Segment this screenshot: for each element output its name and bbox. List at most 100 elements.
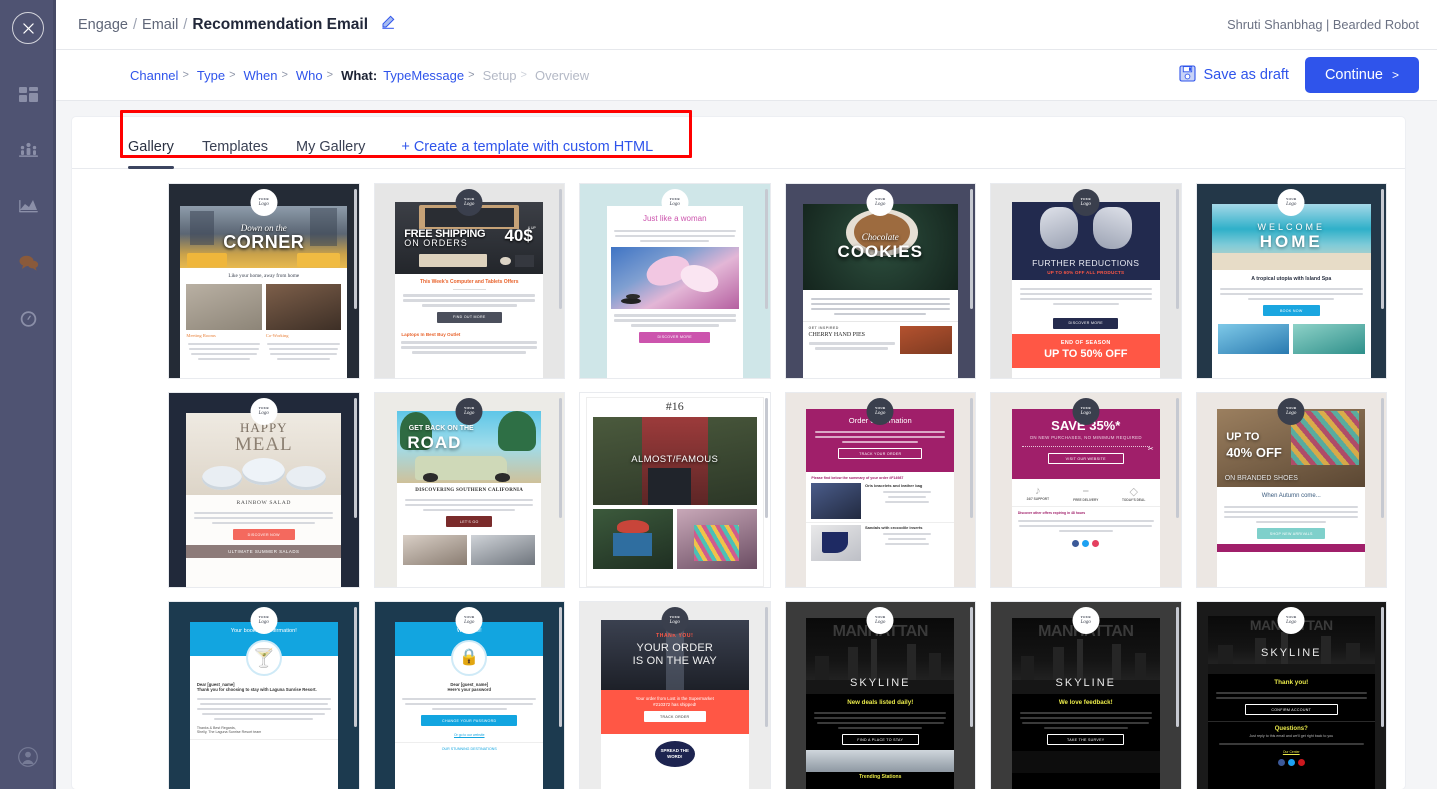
close-icon[interactable]	[12, 12, 44, 44]
step-who[interactable]: Who >	[296, 68, 341, 83]
template-scrollbar[interactable]	[1175, 189, 1179, 309]
template-card[interactable]: Order confirmation TRACK YOUR ORDER Please…	[784, 392, 976, 588]
template-scrollbar[interactable]	[353, 189, 357, 309]
chevron-right-icon: >	[520, 69, 527, 81]
template-card[interactable]: Welcome!🔒Dear [guest_name]Here's your pa…	[373, 601, 565, 789]
template-scrollbar[interactable]	[353, 398, 357, 518]
step-when[interactable]: When >	[244, 68, 296, 83]
template-scrollbar[interactable]	[764, 398, 768, 518]
template-card[interactable]: UP TO 40% OFF ON BRANDED SHOES When Autumn …	[1195, 392, 1387, 588]
template-gallery-grid: Down on the CORNER Like your home, away fr…	[72, 169, 1405, 789]
tab-bar: Gallery Templates My Gallery + Create a …	[72, 117, 1405, 169]
sidebar-item-dashboard[interactable]	[0, 66, 56, 122]
step-setup: Setup >	[483, 68, 535, 83]
template-cta: DISCOVER MORE	[639, 331, 711, 343]
template-card[interactable]: GET BACK ON THE ROAD DISCOVERING SOUTHERN …	[373, 392, 565, 588]
step-label: When	[243, 67, 278, 83]
step-label: What:	[341, 67, 378, 83]
app-root: Engage / Email / Recommendation Email Sh…	[0, 0, 1437, 789]
template-card[interactable]: Down on the CORNER Like your home, away fr…	[168, 183, 360, 379]
create-template-custom-html-link[interactable]: + Create a template with custom HTML	[379, 139, 667, 168]
step-message[interactable]: Message >	[411, 68, 482, 83]
lock-icon: 🔒	[451, 640, 488, 676]
template-scrollbar[interactable]	[1381, 189, 1384, 309]
template-card[interactable]: MANHATTANSKYLINEThank you!CONFIRM ACCOUN…	[1195, 601, 1387, 789]
template-scrollbar[interactable]	[559, 398, 562, 518]
step-overview: Overview	[535, 68, 589, 83]
breadcrumb-engage[interactable]: Engage	[78, 17, 128, 33]
rail-items	[0, 66, 56, 346]
template-card[interactable]: HAPPY MEAL RAINBOW SALAD DISCOVER NOW ULTIMA…	[168, 392, 360, 588]
breadcrumb: Engage / Email / Recommendation Email	[78, 15, 395, 34]
template-logo-icon: YOUR Logo	[455, 398, 483, 425]
tab-gallery[interactable]: Gallery	[114, 139, 188, 169]
template-scrollbar[interactable]	[353, 607, 357, 727]
wizard-steps: Channel > Type > When > Who > What: Type Mes…	[130, 68, 589, 83]
template-scrollbar[interactable]	[1175, 607, 1179, 727]
template-card[interactable]: WELCOME HOME A tropical utopia with Island…	[1195, 183, 1387, 379]
template-scrollbar[interactable]	[1381, 607, 1384, 727]
template-card[interactable]: FURTHER REDUCTIONS UP TO 60% OFF ALL PROD…	[990, 183, 1182, 379]
chevron-right-icon: >	[281, 69, 288, 81]
pencil-icon[interactable]	[381, 15, 395, 29]
template-cta: CONFIRM ACCOUNT	[1244, 704, 1338, 715]
chevron-right-icon: >	[229, 69, 236, 81]
chevron-right-icon: >	[468, 69, 475, 81]
template-scrollbar[interactable]	[1381, 398, 1384, 518]
template-card[interactable]: Chocolate COOKIES GET INSPIRED CHERRY HAND …	[784, 183, 976, 379]
template-cta: FIND A PLACE TO STAY	[841, 734, 919, 745]
sidebar-item-monitor[interactable]	[0, 290, 56, 346]
sidebar-item-engage[interactable]	[0, 234, 56, 290]
template-card[interactable]: SAVE 35%* ON NEW PURCHASES, NO MINIMUM RE…	[990, 392, 1182, 588]
template-scrollbar[interactable]	[764, 607, 768, 727]
template-cta: DISCOVER MORE	[1053, 317, 1119, 329]
template-preview: #16 ALMOST/FAMOUS	[580, 393, 770, 587]
chevron-right-icon: >	[1391, 68, 1399, 82]
floppy-disk-icon	[1178, 64, 1196, 86]
template-card[interactable]: THANK YOU! YOUR ORDER IS ON THE WAY Your or…	[579, 601, 771, 789]
tab-my-gallery[interactable]: My Gallery	[282, 139, 379, 168]
step-label: Message	[411, 67, 465, 83]
template-card[interactable]: FREE SHIPPING ON ORDERS 40$ & UP This Week's…	[373, 183, 565, 379]
user-avatar-icon[interactable]	[17, 746, 39, 773]
chevron-right-icon: >	[326, 69, 334, 81]
template-scrollbar[interactable]	[970, 398, 973, 518]
sidebar-item-analyze[interactable]	[0, 178, 56, 234]
template-scrollbar[interactable]	[764, 189, 768, 309]
step-label: Who	[295, 67, 323, 83]
template-scrollbar[interactable]	[559, 189, 562, 309]
template-logo-icon: YOUR Logo	[455, 607, 483, 634]
continue-button[interactable]: Continue >	[1304, 57, 1419, 93]
template-scrollbar[interactable]	[970, 607, 973, 727]
step-what-label: What:	[341, 68, 383, 83]
template-cta: CHANGE YOUR PASSWORD	[421, 715, 518, 726]
tab-label: My Gallery	[296, 139, 366, 155]
save-as-draft-button[interactable]: Save as draft	[1178, 64, 1289, 86]
step-label: Setup	[482, 67, 517, 83]
top-bar: Engage / Email / Recommendation Email Sh…	[56, 0, 1437, 50]
template-card[interactable]: Just like a woman DISCOVER MORE YOUR Logo	[579, 183, 771, 379]
step-what-type[interactable]: Type	[383, 68, 411, 83]
tab-templates[interactable]: Templates	[188, 139, 282, 168]
template-card[interactable]: Your booking confirmation! 🍸 Dear [guest_n…	[168, 601, 360, 789]
sidebar-item-audience[interactable]	[0, 122, 56, 178]
template-scrollbar[interactable]	[559, 607, 562, 727]
template-card[interactable]: #16 ALMOST/FAMOUS	[579, 392, 771, 588]
template-card[interactable]: MANHATTANSKYLINENew deals listed daily!F…	[784, 601, 976, 789]
template-logo-icon: YOUR Logo	[250, 398, 278, 425]
template-logo-icon: YOUR Logo	[661, 189, 689, 216]
step-label: Channel	[130, 67, 179, 83]
template-logo-icon: YOUR Logo	[866, 398, 894, 425]
template-logo-icon: YOUR Logo	[1072, 189, 1100, 216]
step-label: Overview	[534, 67, 590, 83]
template-logo-icon: YOUR Logo	[1072, 607, 1100, 634]
template-scrollbar[interactable]	[970, 189, 973, 309]
step-label: Type	[196, 67, 226, 83]
template-logo-icon: YOUR Logo	[250, 607, 278, 634]
breadcrumb-email[interactable]: Email	[142, 17, 178, 33]
template-scrollbar[interactable]	[1175, 398, 1179, 518]
page-title: Recommendation Email	[192, 16, 369, 33]
step-type-1[interactable]: Type >	[197, 68, 244, 83]
template-card[interactable]: MANHATTANSKYLINEWe love feedback!TAKE TH…	[990, 601, 1182, 789]
step-channel[interactable]: Channel >	[130, 68, 197, 83]
